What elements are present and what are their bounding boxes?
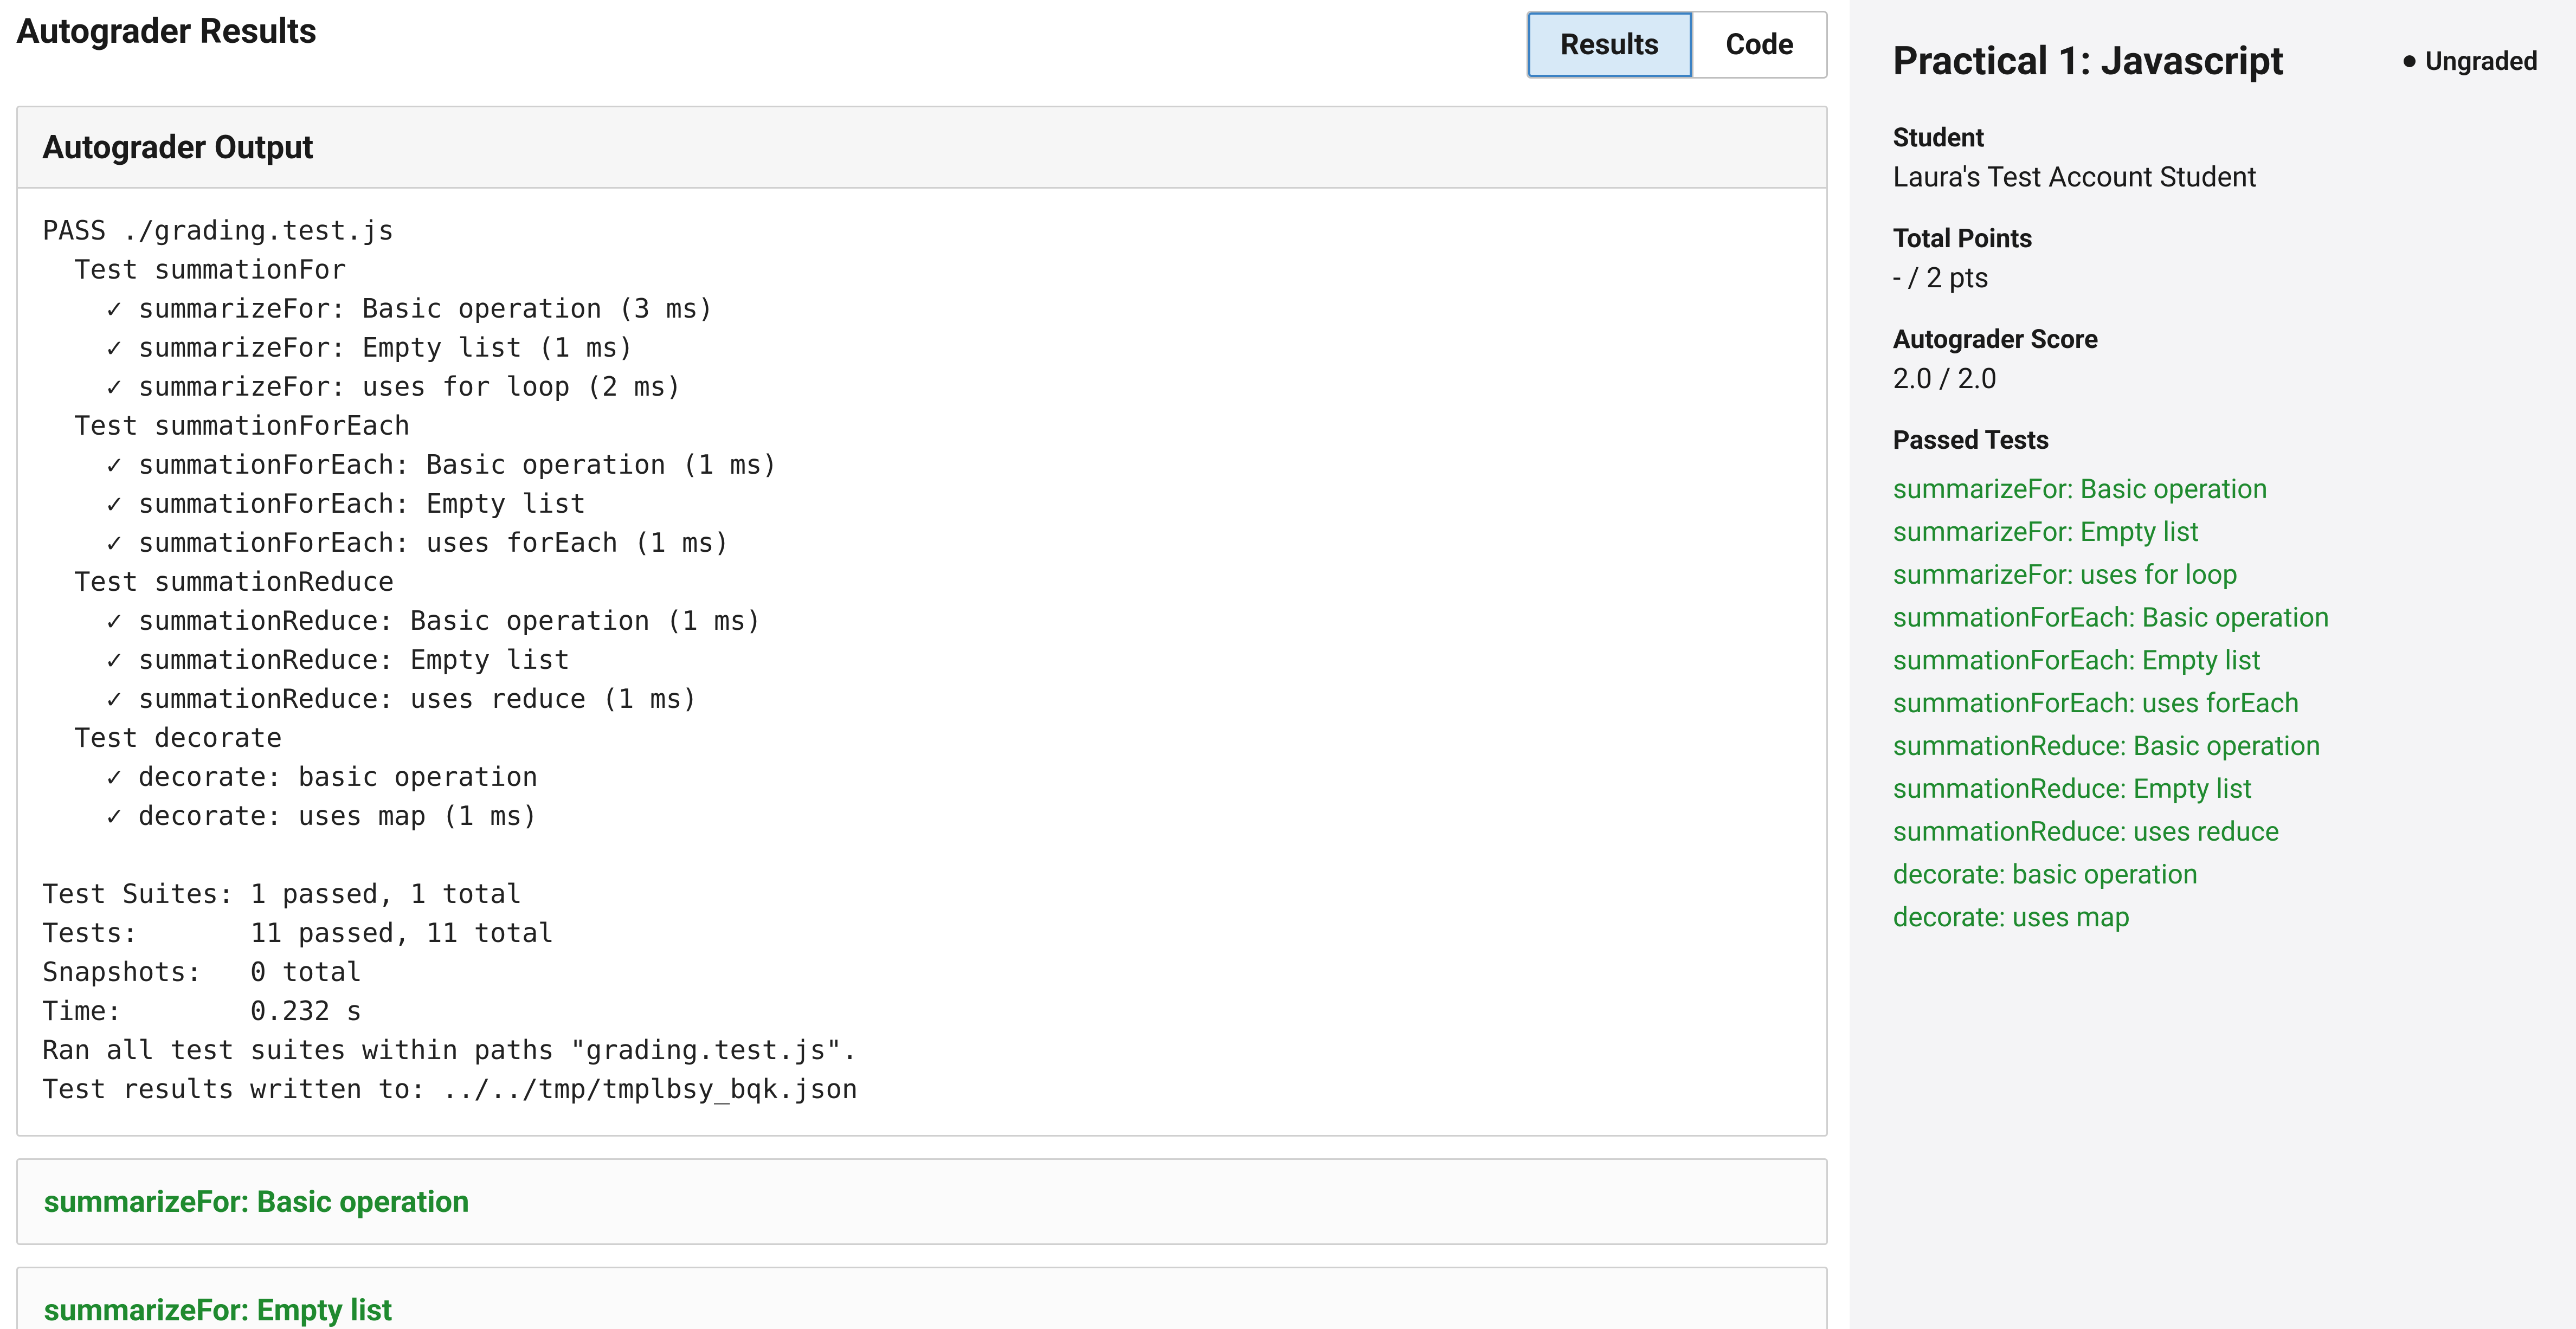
autograder-output-heading: Autograder Output bbox=[18, 107, 1826, 189]
passed-tests-heading: Passed Tests bbox=[1893, 424, 2538, 455]
passed-test-item[interactable]: summationForEach: Basic operation bbox=[1893, 597, 2538, 640]
passed-test-item[interactable]: summationForEach: Empty list bbox=[1893, 640, 2538, 682]
passed-test-item[interactable]: decorate: basic operation bbox=[1893, 854, 2538, 896]
grade-status: Ungraded bbox=[2404, 46, 2538, 76]
test-result-card[interactable]: summarizeFor: Empty list bbox=[16, 1267, 1828, 1329]
total-points-label: Total Points bbox=[1893, 223, 2538, 254]
sidebar-title-row: Practical 1: Javascript Ungraded bbox=[1893, 38, 2538, 84]
autograder-score-value: 2.0 / 2.0 bbox=[1893, 362, 2538, 395]
passed-test-item[interactable]: decorate: uses map bbox=[1893, 896, 2538, 939]
autograder-output-text: PASS ./grading.test.js Test summationFor… bbox=[18, 189, 1826, 1135]
test-result-card[interactable]: summarizeFor: Basic operation bbox=[16, 1158, 1828, 1245]
main-content: Autograder Results Results Code Autograd… bbox=[0, 0, 1850, 1329]
autograder-score-label: Autograder Score bbox=[1893, 324, 2538, 354]
grade-status-text: Ungraded bbox=[2425, 46, 2538, 76]
passed-test-item[interactable]: summationReduce: Empty list bbox=[1893, 768, 2538, 811]
test-result-title: summarizeFor: Basic operation bbox=[44, 1184, 1800, 1220]
status-dot-icon bbox=[2404, 55, 2416, 67]
total-points-value: - / 2 pts bbox=[1893, 261, 2538, 294]
page-title: Autograder Results bbox=[16, 11, 317, 51]
assignment-title: Practical 1: Javascript bbox=[1893, 38, 2284, 84]
student-label: Student bbox=[1893, 122, 2538, 153]
passed-test-item[interactable]: summarizeFor: Basic operation bbox=[1893, 468, 2538, 511]
autograder-output-box: Autograder Output PASS ./grading.test.js… bbox=[16, 106, 1828, 1137]
passed-test-item[interactable]: summarizeFor: uses for loop bbox=[1893, 554, 2538, 597]
student-name: Laura's Test Account Student bbox=[1893, 160, 2538, 193]
sidebar: Practical 1: Javascript Ungraded Student… bbox=[1850, 0, 2576, 1329]
passed-test-item[interactable]: summationReduce: Basic operation bbox=[1893, 725, 2538, 768]
header-row: Autograder Results Results Code bbox=[16, 11, 1828, 79]
passed-test-item[interactable]: summationForEach: uses forEach bbox=[1893, 682, 2538, 725]
passed-test-item[interactable]: summationReduce: uses reduce bbox=[1893, 811, 2538, 854]
tab-results[interactable]: Results bbox=[1528, 12, 1692, 77]
tabs: Results Code bbox=[1527, 11, 1828, 79]
test-result-title: summarizeFor: Empty list bbox=[44, 1292, 1800, 1328]
passed-test-item[interactable]: summarizeFor: Empty list bbox=[1893, 511, 2538, 554]
tab-code[interactable]: Code bbox=[1692, 12, 1826, 77]
passed-tests-list: summarizeFor: Basic operationsummarizeFo… bbox=[1893, 468, 2538, 939]
